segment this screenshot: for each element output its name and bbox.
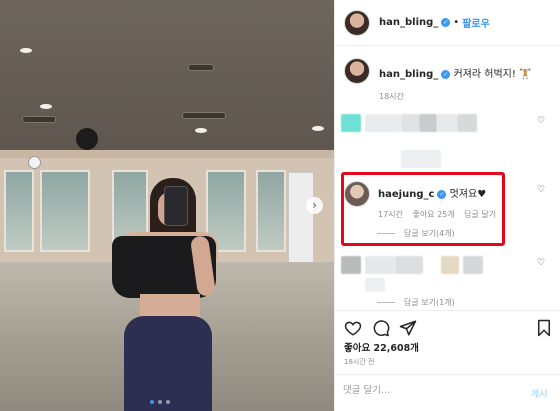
heart-icon[interactable]: ♡ [537, 116, 545, 126]
comment-username[interactable]: haejung_c [378, 189, 434, 200]
heart-icon[interactable] [344, 319, 362, 337]
blurred-avatar [341, 256, 361, 274]
blurred-comment [441, 256, 459, 274]
blurred-comment [463, 256, 483, 274]
blurred-comment [419, 114, 437, 132]
ceiling-light [312, 126, 324, 131]
next-photo-button[interactable]: › [306, 197, 323, 214]
caption-text: 커져라 허벅지! 🏋 [453, 69, 532, 80]
blurred-comment [401, 150, 441, 168]
blurred-comment [457, 114, 477, 132]
blurred-avatar [341, 114, 361, 132]
carousel-dot [158, 400, 162, 404]
header-separator: • [453, 17, 460, 28]
post-comment-button[interactable]: 게시 [531, 387, 548, 400]
comment-text: 멋져요♥ [449, 189, 487, 200]
ceiling-light [40, 104, 52, 109]
window [4, 170, 34, 252]
ceiling-vent [188, 64, 214, 71]
action-bar [335, 310, 560, 344]
header-username[interactable]: han_bling_ [379, 17, 438, 28]
post-photo: › [0, 0, 334, 411]
verified-icon: ✓ [441, 70, 451, 79]
comment-likes[interactable]: 좋아요 25개 [412, 210, 454, 219]
window [40, 170, 90, 252]
reply-button[interactable]: 답글 달기 [464, 210, 496, 219]
comment-input-bar: 게시 [335, 374, 560, 411]
ceiling-vent [22, 116, 56, 123]
carousel-dots [150, 400, 170, 404]
post-header: han_bling_ ✓ • 팔로우 [335, 0, 560, 46]
heart-icon[interactable]: ♡ [537, 258, 545, 268]
verified-icon: ✓ [437, 190, 447, 199]
ceiling-projector [76, 128, 98, 150]
avatar[interactable] [344, 58, 370, 84]
caption: han_bling_ ✓ 커져라 허벅지! 🏋 18시간 [344, 58, 532, 102]
wall-beam [0, 150, 334, 158]
share-icon[interactable] [399, 319, 417, 337]
blurred-comment [395, 256, 423, 274]
blurred-comment [365, 278, 385, 292]
comment-icon[interactable] [372, 319, 390, 337]
carousel-dot [166, 400, 170, 404]
avatar[interactable] [344, 9, 370, 36]
avatar[interactable] [344, 181, 370, 207]
ceiling-light [195, 128, 207, 133]
like-count[interactable]: 좋아요 22,608개 [344, 340, 419, 354]
caption-username[interactable]: han_bling_ [379, 69, 438, 80]
blurred-comment [401, 114, 419, 132]
ceiling-light [20, 48, 32, 53]
wall-clock [28, 156, 41, 169]
comment-input[interactable] [343, 385, 513, 396]
comment-time: 17시간 [378, 210, 403, 219]
post-side-panel: han_bling_ ✓ • 팔로우 han_bling_ ✓ 커져라 허벅지! … [334, 0, 560, 411]
gym-ceiling [0, 0, 334, 150]
divider [377, 302, 395, 303]
carousel-dot [150, 400, 154, 404]
window [256, 170, 286, 252]
person-leggings [124, 316, 212, 411]
view-replies[interactable]: 답글 보기(1개) [377, 297, 455, 308]
blurred-comment [365, 256, 395, 274]
caption-time: 18시간 [379, 92, 404, 101]
view-replies-label[interactable]: 답글 보기(1개) [404, 297, 455, 308]
ceiling-vent [182, 112, 226, 119]
bookmark-icon[interactable] [535, 319, 553, 337]
divider [377, 233, 395, 234]
view-replies-label[interactable]: 답글 보기(4개) [404, 228, 455, 239]
blurred-comment [437, 114, 457, 132]
view-replies[interactable]: 답글 보기(4개) [377, 228, 455, 239]
person-phone [164, 186, 188, 226]
chevron-right-icon: › [312, 198, 317, 212]
blurred-comment [365, 114, 401, 132]
follow-button[interactable]: 팔로우 [462, 15, 490, 30]
verified-icon: ✓ [441, 18, 451, 27]
post-time: 18시간 전 [344, 358, 375, 366]
heart-icon[interactable]: ♡ [537, 185, 545, 195]
cabinet [288, 172, 314, 264]
highlighted-comment: haejung_c ✓ 멋져요♥ 17시간 좋아요 25개 답글 달기 [344, 181, 503, 220]
